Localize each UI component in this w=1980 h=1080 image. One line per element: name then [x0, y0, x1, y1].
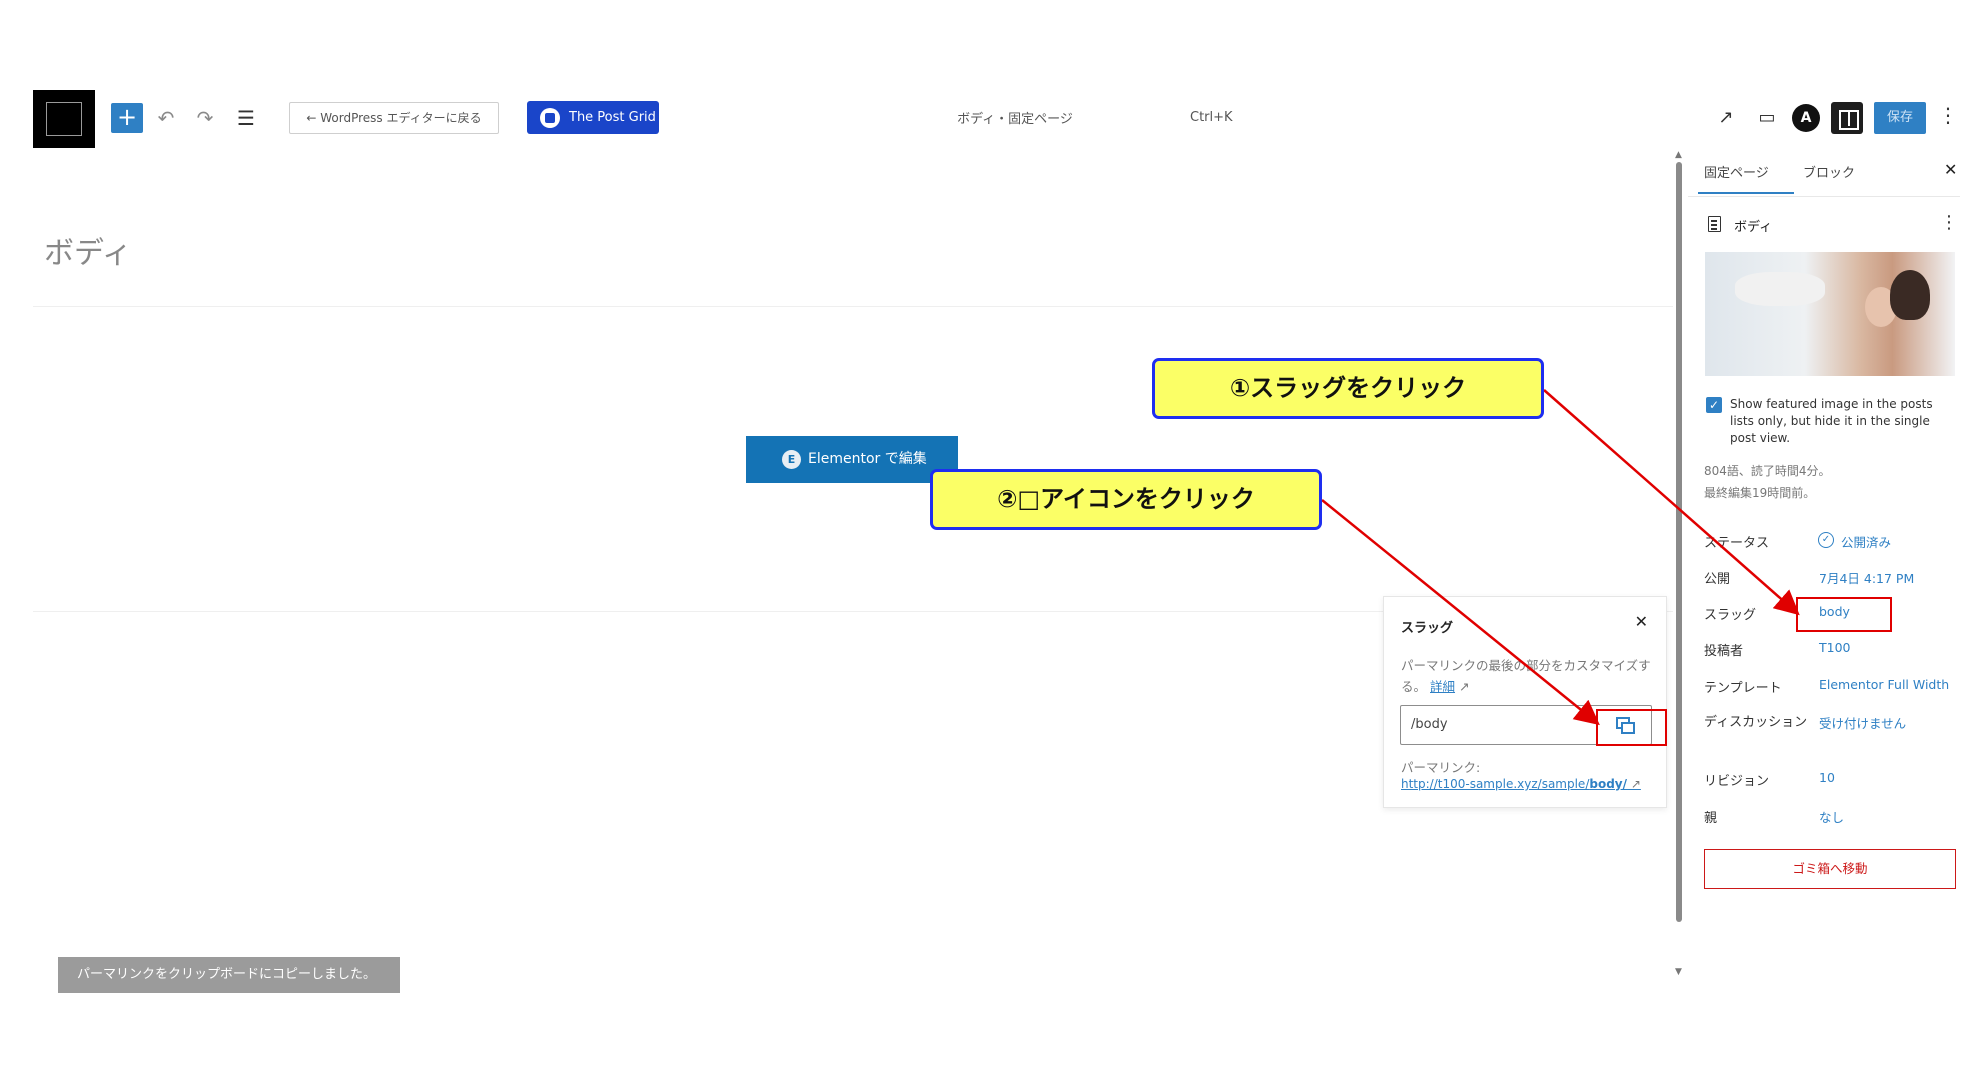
- annotation-highlight-copy: [1596, 709, 1667, 746]
- move-to-trash-button[interactable]: ゴミ箱へ移動: [1704, 849, 1956, 889]
- slug-popover: スラッグ ✕ パーマリンクの最後の部分をカスタマイズする。 詳細 ↗ /body…: [1383, 596, 1667, 808]
- external-link-icon: ↗: [1627, 777, 1641, 791]
- template-value[interactable]: Elementor Full Width: [1819, 677, 1949, 692]
- options-more-icon[interactable]: ⋮: [1938, 103, 1958, 127]
- revisions-value[interactable]: 10: [1819, 770, 1835, 785]
- parent-label: 親: [1704, 811, 1718, 826]
- external-link-icon[interactable]: ↗: [1711, 103, 1741, 133]
- undo-icon[interactable]: ↶: [151, 103, 181, 133]
- status-label: ステータス: [1704, 536, 1770, 551]
- slug-label: スラッグ: [1704, 608, 1757, 623]
- copied-snackbar: パーマリンクをクリップボードにコピーしました。: [58, 957, 400, 993]
- redo-icon[interactable]: ↷: [190, 103, 220, 133]
- back-to-wordpress-editor-button[interactable]: ← WordPress エディターに戻る: [289, 102, 499, 134]
- command-shortcut: Ctrl+K: [1190, 110, 1233, 125]
- callout-click-copy-icon: ②□アイコンをクリック: [930, 469, 1322, 530]
- tab-block[interactable]: ブロック: [1803, 162, 1855, 181]
- settings-sidebar-toggle-icon[interactable]: [1831, 102, 1863, 134]
- permalink-prefix: http://t100-sample.xyz/sample/: [1401, 777, 1590, 791]
- page-document-icon: [1708, 216, 1721, 232]
- wordpress-logo-button[interactable]: [33, 90, 95, 148]
- permalink-slug: body/: [1589, 777, 1628, 791]
- close-icon[interactable]: ✕: [1944, 160, 1957, 179]
- elementor-icon: E: [782, 450, 801, 469]
- scrollbar-thumb[interactable]: [1676, 162, 1682, 922]
- published-check-icon: ✓: [1818, 532, 1834, 548]
- scroll-up-arrow-icon[interactable]: ▲: [1675, 150, 1682, 160]
- permalink-link[interactable]: http://t100-sample.xyz/sample/body/ ↗: [1401, 777, 1641, 791]
- show-featured-image-checkbox[interactable]: ✓: [1706, 397, 1722, 413]
- save-button[interactable]: 保存: [1874, 102, 1926, 134]
- the-post-grid-button[interactable]: The Post Grid: [527, 101, 659, 134]
- image-hair: [1890, 270, 1930, 320]
- tab-page[interactable]: 固定ページ: [1704, 162, 1769, 181]
- list-view-icon[interactable]: ☰: [231, 103, 261, 133]
- discussion-label: ディスカッション: [1704, 715, 1808, 730]
- publish-date-value[interactable]: 7月4日 4:17 PM: [1819, 568, 1914, 587]
- post-grid-label: The Post Grid: [569, 110, 656, 125]
- permalink-label: パーマリンク:: [1401, 760, 1481, 775]
- slug-popover-title: スラッグ: [1401, 621, 1454, 636]
- elementor-button-label: Elementor で編集: [808, 451, 927, 467]
- status-value[interactable]: 公開済み: [1841, 532, 1891, 551]
- image-hand: [1735, 272, 1825, 306]
- show-featured-image-label: Show featured image in the posts lists o…: [1730, 397, 1933, 445]
- more-actions-icon[interactable]: ⋮: [1940, 212, 1958, 233]
- external-link-icon: ↗: [1455, 679, 1470, 694]
- template-label: テンプレート: [1704, 681, 1782, 696]
- astra-settings-icon[interactable]: A: [1792, 104, 1820, 132]
- annotation-highlight-slug: [1796, 597, 1892, 632]
- sidebar-post-title: ボディ: [1734, 220, 1773, 235]
- publish-label: 公開: [1704, 572, 1731, 587]
- details-link[interactable]: 詳細: [1430, 679, 1455, 694]
- featured-image[interactable]: [1705, 252, 1955, 376]
- document-title[interactable]: ボディ・固定ページ: [940, 108, 1090, 127]
- discussion-value[interactable]: 受け付けません: [1819, 713, 1906, 732]
- revisions-label: リビジョン: [1704, 774, 1770, 789]
- edit-with-elementor-button[interactable]: E Elementor で編集: [746, 436, 958, 483]
- callout-click-slug: ①スラッグをクリック: [1152, 358, 1544, 419]
- active-tab-indicator: [1698, 192, 1794, 194]
- post-grid-icon: [540, 108, 560, 128]
- author-value[interactable]: T100: [1819, 640, 1851, 655]
- author-label: 投稿者: [1704, 644, 1744, 659]
- page-title[interactable]: ボディ: [44, 228, 132, 272]
- parent-value[interactable]: なし: [1819, 807, 1844, 826]
- add-block-button[interactable]: +: [111, 103, 143, 133]
- settings-sidebar: 固定ページ ブロック ✕ ボディ ⋮ ✓ Show featured image…: [1688, 150, 1968, 900]
- divider: [1688, 196, 1960, 197]
- word-count: 804語、読了時間4分。: [1704, 464, 1831, 478]
- close-icon[interactable]: ✕: [1635, 612, 1648, 631]
- site-icon: [46, 102, 82, 136]
- preview-device-icon[interactable]: ▭: [1752, 103, 1782, 133]
- last-edited: 最終編集19時間前。: [1704, 486, 1816, 500]
- slug-description: パーマリンクの最後の部分をカスタマイズする。 詳細 ↗: [1401, 655, 1657, 697]
- scroll-down-arrow-icon[interactable]: ▼: [1675, 967, 1682, 977]
